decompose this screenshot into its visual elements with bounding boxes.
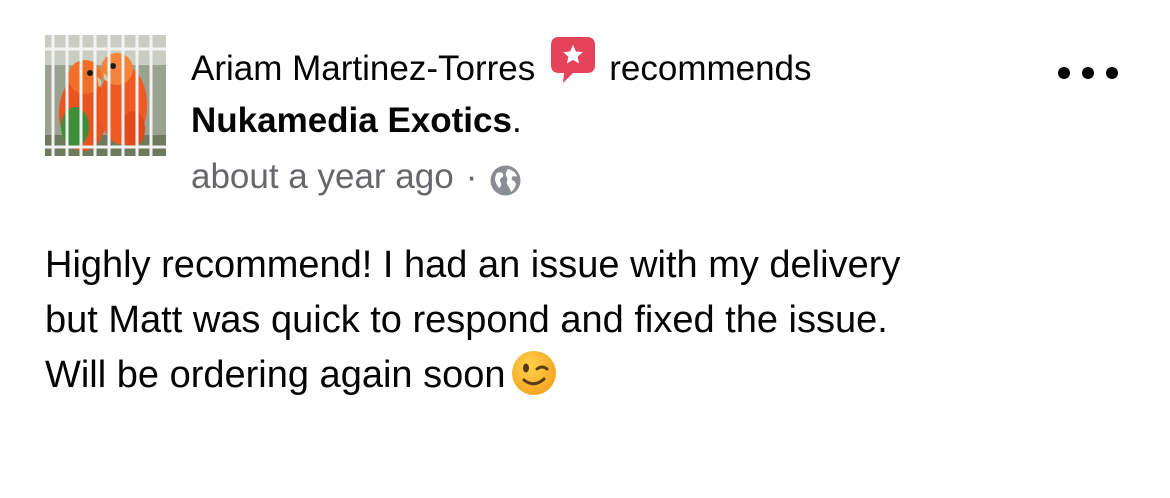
- avatar-parrots-image: [45, 35, 166, 156]
- post-header: Ariam Martinez-Torres recommends Nukamed…: [191, 37, 1031, 202]
- author-name-link[interactable]: Ariam Martinez-Torres: [191, 42, 535, 96]
- recommends-label: recommends: [609, 49, 812, 88]
- post-body-line: but Matt was quick to respond and fixed …: [45, 299, 888, 341]
- post-body: Highly recommend! I had an issue with my…: [45, 238, 1135, 403]
- meta-separator: ·: [465, 157, 478, 196]
- recommend-star-icon: [549, 35, 597, 85]
- globe-icon: [489, 161, 522, 195]
- author-avatar[interactable]: [45, 35, 166, 156]
- page-name-suffix: .: [511, 101, 522, 140]
- timestamp-link[interactable]: about a year ago: [191, 152, 454, 202]
- header-line-author: Ariam Martinez-Torres recommends: [191, 37, 1031, 96]
- winking-face-emoji-icon: [510, 349, 558, 397]
- ellipsis-icon-dot: [1082, 67, 1094, 79]
- ellipsis-icon-dot: [1058, 67, 1070, 79]
- post-meta: about a year ago ·: [191, 152, 1031, 202]
- ellipsis-icon-dot: [1106, 67, 1118, 79]
- post-body-line: Highly recommend! I had an issue with my…: [45, 244, 901, 286]
- header-line-page: Nukamedia Exotics.: [191, 96, 1031, 146]
- recommendation-post: Ariam Martinez-Torres recommends Nukamed…: [0, 0, 1170, 498]
- page-name-link[interactable]: Nukamedia Exotics: [191, 101, 512, 140]
- post-body-line: Will be ordering again soon: [45, 354, 506, 396]
- more-options-button[interactable]: [1058, 60, 1118, 86]
- post-body-line-last: Will be ordering again soon: [45, 348, 1135, 403]
